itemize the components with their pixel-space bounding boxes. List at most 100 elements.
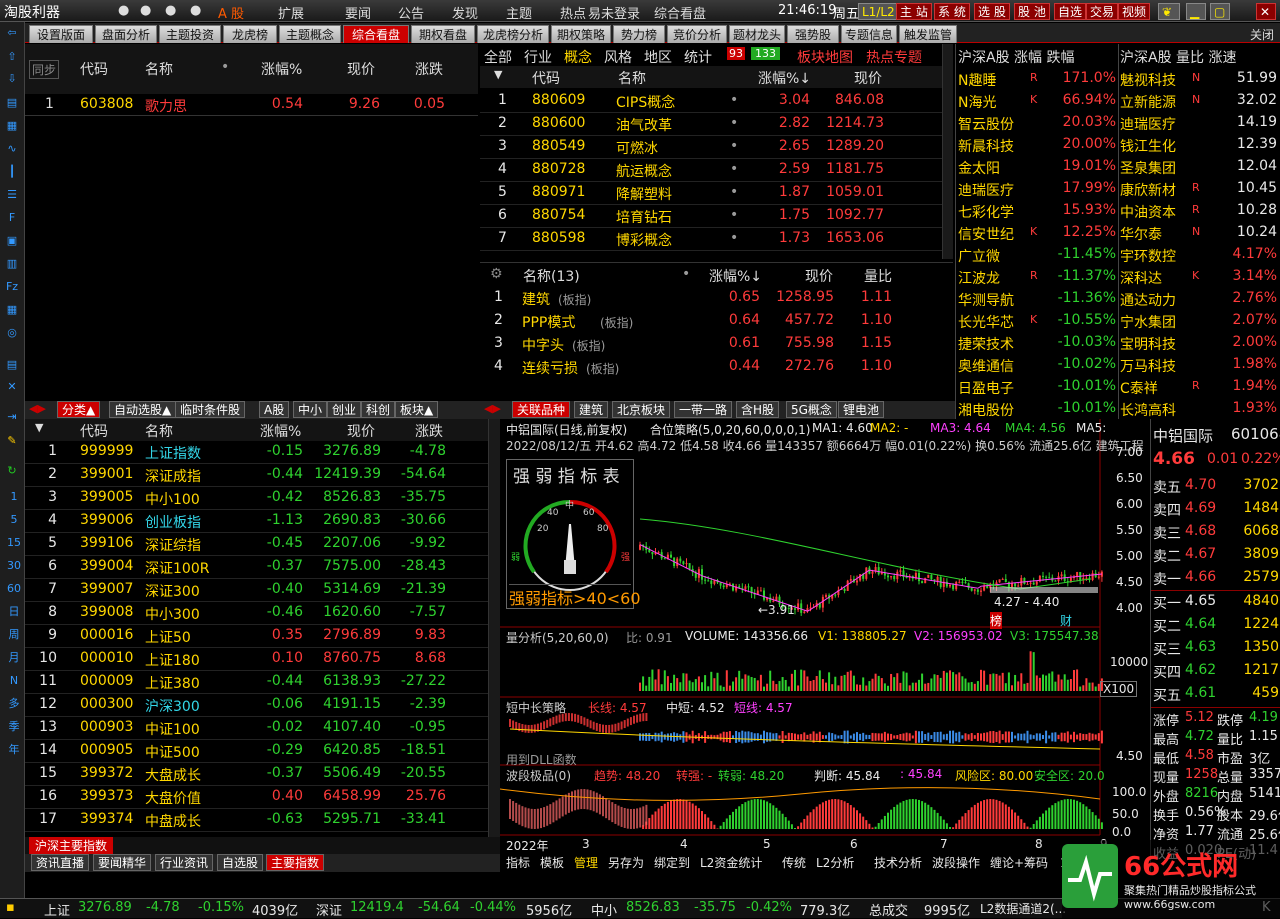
info-tab-3[interactable]: 自选股 xyxy=(217,854,263,871)
prev-arrow-icon[interactable]: ◀▶ xyxy=(29,402,46,415)
list-item[interactable]: 湘电股份 -10.01% xyxy=(956,398,1118,420)
skin-icon[interactable]: ❦ xyxy=(1158,3,1180,20)
period-11[interactable]: 年 xyxy=(4,741,24,759)
formula-icon[interactable]: Fz xyxy=(2,278,22,296)
top-button-1[interactable]: 主 站 xyxy=(896,3,932,20)
circle-icon[interactable]: ◎ xyxy=(2,324,22,342)
speaker-icon[interactable]: ▪ xyxy=(6,900,15,915)
header-chg[interactable]: 涨跌 xyxy=(415,421,443,441)
header-price[interactable]: 现价 xyxy=(805,266,833,286)
header-code[interactable]: 代码 xyxy=(532,68,560,88)
list-item[interactable]: 日盈电子 -10.01% xyxy=(956,376,1118,398)
doc-icon[interactable]: ▣ xyxy=(2,232,22,250)
list-item[interactable]: 长鸿高科 1.93% xyxy=(1120,398,1280,420)
kline-icon[interactable]: ┃ xyxy=(2,163,22,181)
period-2[interactable]: 15 xyxy=(4,534,24,552)
ask-row[interactable]: 卖三 4.68 6068 xyxy=(1151,521,1280,544)
list-item[interactable]: 金太阳 19.01% xyxy=(956,156,1118,178)
category-tab-3[interactable]: A股 xyxy=(259,401,289,418)
header-pct[interactable]: 涨幅%↓ xyxy=(709,266,762,286)
maximize-button[interactable]: ▢ xyxy=(1210,3,1230,20)
table-row[interactable]: 3 399005 中小100 -0.42 8526.83 -35.75 xyxy=(25,487,488,510)
bid-row[interactable]: 买三 4.63 1350 xyxy=(1151,637,1280,660)
sort-triangle-icon[interactable]: ▼ xyxy=(494,68,502,81)
table-row[interactable]: 4 连续亏损 (板指) 0.44 272.76 1.10 xyxy=(480,356,942,379)
table-row[interactable]: 1 603808 歌力思 0.54 9.26 0.05 xyxy=(25,94,478,116)
concept-tab-2[interactable]: 概念 xyxy=(564,47,592,67)
list-item[interactable]: 江波龙 R -11.37% xyxy=(956,266,1118,288)
gear-icon[interactable]: ⚙ xyxy=(490,266,503,282)
menu-login[interactable]: 易未登录 xyxy=(588,3,640,22)
table-row[interactable]: 10 000010 上证180 0.10 8760.75 8.68 xyxy=(25,648,488,671)
top-button-6[interactable]: 交易 xyxy=(1086,3,1118,20)
tool-10[interactable]: 缠论+筹码 xyxy=(990,854,1048,871)
down-arrow-icon[interactable]: ⇩ xyxy=(2,70,22,88)
table-row[interactable]: 7 399007 深证300 -0.40 5314.69 -21.39 xyxy=(25,579,488,602)
period-4[interactable]: 60 xyxy=(4,580,24,598)
tool-4[interactable]: 绑定到 xyxy=(654,854,690,871)
tool-1[interactable]: 模板 xyxy=(540,854,564,871)
sector-map-link[interactable]: 板块地图 xyxy=(797,47,853,67)
header-pct[interactable]: 涨幅% xyxy=(261,59,302,79)
period-6[interactable]: 周 xyxy=(4,626,24,644)
report-icon[interactable]: ▤ xyxy=(2,94,22,112)
list-icon[interactable]: ☰ xyxy=(2,186,22,204)
related-tab-1[interactable]: 建筑 xyxy=(574,401,608,418)
tab-7[interactable]: 龙虎榜分析 xyxy=(477,25,549,43)
up-arrow-icon[interactable]: ⇧ xyxy=(2,48,22,66)
close-icon[interactable]: ✕ xyxy=(1256,3,1276,20)
export-icon[interactable]: ⇥ xyxy=(2,408,22,426)
list-item[interactable]: 中油资本 R 10.28 xyxy=(1120,200,1280,222)
ask-row[interactable]: 卖四 4.69 1484 xyxy=(1151,498,1280,521)
menu-notice[interactable]: 公告 xyxy=(398,3,424,22)
circle-icon[interactable]: ● xyxy=(140,3,151,18)
table-row[interactable]: 1 880609 CIPS概念 • 3.04 846.08 xyxy=(480,90,942,113)
table-row[interactable]: 3 中字头 (板指) 0.61 755.98 1.15 xyxy=(480,333,942,356)
ask-row[interactable]: 卖五 4.70 3702 xyxy=(1151,475,1280,498)
finance-icon[interactable]: F xyxy=(2,209,22,227)
minimize-button[interactable]: ▁ xyxy=(1186,3,1206,20)
tab-13[interactable]: 专题信息 xyxy=(841,25,897,43)
list-item[interactable]: 宝明科技 2.00% xyxy=(1120,332,1280,354)
period-9[interactable]: 多 xyxy=(4,695,24,713)
table-row[interactable]: 4 399006 创业板指 -1.13 2690.83 -30.66 xyxy=(25,510,488,533)
bid-row[interactable]: 买一 4.65 4840 xyxy=(1151,591,1280,614)
category-tab-2[interactable]: 临时条件股 xyxy=(175,401,245,418)
tab-2[interactable]: 主题投资 xyxy=(159,25,221,43)
period-8[interactable]: N xyxy=(4,672,24,690)
bid-row[interactable]: 买四 4.62 1217 xyxy=(1151,660,1280,683)
header-name[interactable]: 名称 xyxy=(145,59,173,79)
related-tab-4[interactable]: 含H股 xyxy=(736,401,779,418)
line-chart-icon[interactable]: ∿ xyxy=(2,140,22,158)
section-label[interactable]: 沪深主要指数 xyxy=(29,837,113,854)
list-item[interactable]: 迪瑞医疗 14.19 xyxy=(1120,112,1280,134)
monitor-icon[interactable]: ▤ xyxy=(2,356,22,374)
category-tab-5[interactable]: 创业 xyxy=(327,401,361,418)
list-item[interactable]: 康欣新材 R 10.45 xyxy=(1120,178,1280,200)
sync-button[interactable]: 同步 xyxy=(29,60,59,79)
tools-icon[interactable]: ✕ xyxy=(2,378,22,396)
header-ratio[interactable]: 量比 xyxy=(864,266,892,286)
table-row[interactable]: 6 399004 深证100R -0.37 7575.00 -28.43 xyxy=(25,556,488,579)
list-item[interactable]: 奥维通信 -10.02% xyxy=(956,354,1118,376)
header-name[interactable]: 名称 xyxy=(618,68,646,88)
grid-icon[interactable]: ▦ xyxy=(2,301,22,319)
menu-discover[interactable]: 发现 xyxy=(452,3,478,22)
pencil-icon[interactable]: ✎ xyxy=(2,432,22,450)
scrollbar[interactable] xyxy=(942,44,953,259)
table-row[interactable]: 2 880600 油气改革 • 2.82 1214.73 xyxy=(480,113,942,136)
list-item[interactable]: 宁水集团 2.07% xyxy=(1120,310,1280,332)
table-row[interactable]: 14 000905 中证500 -0.29 6420.85 -18.51 xyxy=(25,740,488,763)
table-row[interactable]: 9 000016 上证50 0.35 2796.89 9.83 xyxy=(25,625,488,648)
scrollbar[interactable] xyxy=(488,419,500,837)
l2-channel[interactable]: L2数据通道2(... xyxy=(980,900,1066,917)
tab-1[interactable]: 盘面分析 xyxy=(95,25,157,43)
list-item[interactable]: 新晨科技 20.00% xyxy=(956,134,1118,156)
table-row[interactable]: 5 880971 降解塑料 • 1.87 1059.01 xyxy=(480,182,942,205)
tool-8[interactable]: 技术分析 xyxy=(874,854,922,871)
table-row[interactable]: 4 880728 航运概念 • 2.59 1181.75 xyxy=(480,159,942,182)
table-row[interactable]: 16 399373 大盘价值 0.40 6458.99 25.76 xyxy=(25,786,488,809)
table-row[interactable]: 6 880754 培育钻石 • 1.75 1092.77 xyxy=(480,205,942,228)
info-tab-1[interactable]: 要闻精华 xyxy=(93,854,151,871)
menu-ashare[interactable]: A 股 xyxy=(218,3,244,22)
